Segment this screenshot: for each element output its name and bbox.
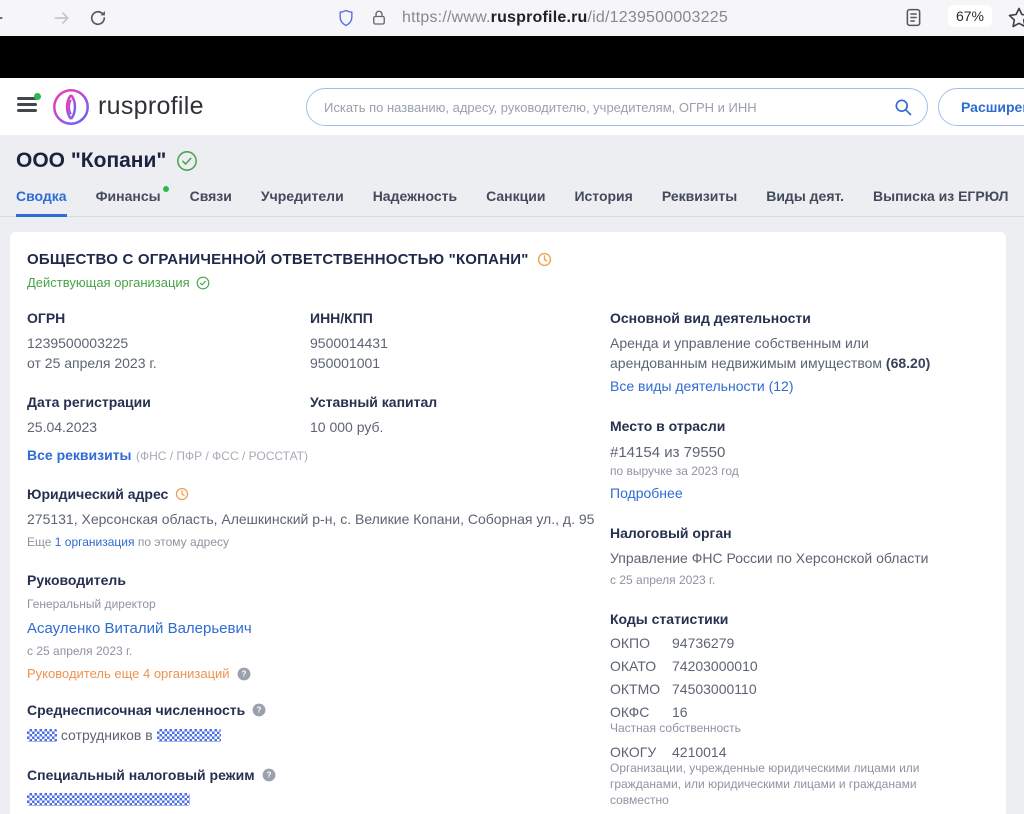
- head-section: Руководитель Генеральный директор Асауле…: [27, 572, 610, 681]
- forward-button-icon[interactable]: [52, 8, 72, 28]
- tax-authority-section: Налоговый орган Управление ФНС России по…: [610, 525, 989, 590]
- question-icon[interactable]: ?: [262, 768, 276, 782]
- stat-code-row: ОКТМО74503000110: [610, 681, 989, 697]
- inn-value: 9500014431: [310, 334, 610, 354]
- back-button-icon[interactable]: [0, 8, 5, 28]
- legal-address-section: Юридический адрес 275131, Херсонская обл…: [27, 486, 610, 551]
- stat-code-note: Частная собственность: [610, 720, 970, 736]
- ogrn-value: 1239500003225: [27, 334, 310, 354]
- head-since: с 25 апреля 2023 г.: [27, 643, 610, 660]
- question-icon[interactable]: ?: [252, 703, 266, 717]
- tab-sankcii[interactable]: Санкции: [486, 188, 545, 216]
- capital-value: 10 000 руб.: [310, 418, 610, 438]
- stat-codes-section: Коды статистики ОКПО94736279 ОКАТО742030…: [610, 611, 989, 814]
- inn-kpp-section: ИНН/КПП 9500014431 950001001: [310, 310, 610, 373]
- bookmark-star-icon[interactable]: [1007, 6, 1024, 30]
- ogrn-date: от 25 апреля 2023 г.: [27, 354, 310, 374]
- menu-hamburger-icon[interactable]: [17, 97, 37, 112]
- stat-code-note: Организации, учрежденные юридическими ли…: [610, 760, 970, 809]
- notification-dot: [34, 93, 41, 100]
- advanced-search-button[interactable]: Расширенный поиск: [938, 88, 1024, 126]
- status-text: Действующая организация: [27, 275, 190, 290]
- tab-uchrediteli[interactable]: Учредители: [261, 188, 344, 216]
- reg-date-value: 25.04.2023: [27, 418, 310, 438]
- question-icon[interactable]: ?: [237, 667, 251, 681]
- tax-authority-value: Управление ФНС России по Херсонской обла…: [610, 549, 989, 569]
- censored-value: [27, 793, 190, 806]
- rank-note: по выручке за 2023 год: [610, 463, 989, 480]
- reg-date-section: Дата регистрации 25.04.2023: [27, 394, 310, 438]
- tax-regime-section: Специальный налоговый режим ?: [27, 767, 610, 809]
- stat-code-row: ОКФС16: [610, 704, 989, 720]
- page-title: ООО "Копани": [16, 149, 166, 173]
- tax-authority-since: с 25 апреля 2023 г.: [610, 572, 989, 589]
- tab-svodka[interactable]: Сводка: [16, 188, 67, 216]
- tab-svyazi[interactable]: Связи: [190, 188, 232, 216]
- summary-card: ОБЩЕСТВО С ОГРАНИЧЕННОЙ ОТВЕТСТВЕННОСТЬЮ…: [10, 232, 1006, 814]
- svg-text:?: ?: [266, 770, 271, 779]
- svg-text:?: ?: [257, 706, 262, 715]
- kpp-value: 950001001: [310, 354, 610, 374]
- tab-nadezhnost[interactable]: Надежность: [373, 188, 457, 216]
- activity-code: (68.20): [886, 355, 930, 371]
- url-text: https://www.rusprofile.ru/id/12395000032…: [402, 9, 728, 27]
- clock-history-icon[interactable]: [175, 487, 189, 501]
- reader-view-icon[interactable]: [903, 7, 924, 28]
- browser-toolbar: https://www.rusprofile.ru/id/12395000032…: [0, 0, 1024, 36]
- head-position: Генеральный директор: [27, 596, 610, 613]
- tab-bar: Сводка Финансы Связи Учредители Надежнос…: [0, 188, 1024, 217]
- verified-check-icon: [176, 150, 198, 172]
- censored-value: [157, 729, 221, 742]
- tab-istoriya[interactable]: История: [574, 188, 632, 216]
- tab-vidy-deyat[interactable]: Виды деят.: [766, 188, 844, 216]
- lock-icon[interactable]: [370, 9, 388, 27]
- address-value: 275131, Херсонская область, Алешкинский …: [27, 510, 610, 530]
- search-input[interactable]: [306, 88, 928, 126]
- rank-value: #14154 из 79550: [610, 442, 989, 463]
- svg-text:?: ?: [241, 669, 246, 678]
- rank-details-link[interactable]: Подробнее: [610, 484, 989, 504]
- censored-value: [27, 729, 57, 742]
- industry-rank-section: Место в отрасли #14154 из 79550 по выруч…: [610, 418, 989, 504]
- clock-history-icon[interactable]: [537, 252, 552, 267]
- shield-icon[interactable]: [336, 8, 356, 28]
- stat-code-row: ОКАТО74203000010: [610, 658, 989, 674]
- new-data-dot: [163, 186, 169, 192]
- main-activity-section: Основной вид деятельности Аренда и управ…: [610, 310, 989, 397]
- tab-rekvizity[interactable]: Реквизиты: [662, 188, 737, 216]
- stat-code-row: ОКОГУ4210014: [610, 744, 989, 760]
- site-header: rusprofile Расширенный поиск: [0, 78, 1024, 135]
- activity-text: Аренда и управление собственным или арен…: [610, 335, 882, 371]
- stat-code-row: ОКПО94736279: [610, 635, 989, 651]
- same-address-orgs-link[interactable]: 1 организация: [55, 535, 135, 549]
- head-name-link[interactable]: Асауленко Виталий Валерьевич: [27, 618, 610, 639]
- all-activities-link[interactable]: Все виды деятельности (12): [610, 377, 989, 397]
- top-black-strip: [0, 36, 1024, 78]
- requisites-note: (ФНС / ПФР / ФСС / РОССТАТ): [136, 449, 308, 463]
- rusprofile-logo-text[interactable]: rusprofile: [98, 92, 204, 121]
- address-bar[interactable]: https://www.rusprofile.ru/id/12395000032…: [336, 0, 728, 36]
- reload-icon[interactable]: [88, 8, 108, 28]
- ogrn-section: ОГРН 1239500003225 от 25 апреля 2023 г.: [27, 310, 310, 373]
- rusprofile-logo-icon[interactable]: [50, 86, 92, 128]
- staff-count-section: Среднесписочная численность ? сотруднико…: [27, 702, 610, 746]
- head-other-orgs-link[interactable]: Руководитель еще 4 организаций: [27, 666, 230, 681]
- search-icon[interactable]: [893, 97, 913, 117]
- capital-section: Уставный капитал 10 000 руб.: [310, 394, 610, 438]
- status-check-icon: [196, 276, 210, 290]
- all-requisites-link[interactable]: Все реквизиты: [27, 447, 132, 463]
- company-full-name: ОБЩЕСТВО С ОГРАНИЧЕННОЙ ОТВЕТСТВЕННОСТЬЮ…: [27, 251, 529, 268]
- page-content: ООО "Копани" Сводка Финансы Связи Учреди…: [0, 135, 1024, 814]
- tab-finansy[interactable]: Финансы: [96, 188, 161, 216]
- tab-vypiska-egrul[interactable]: Выписка из ЕГРЮЛ: [873, 188, 1008, 216]
- zoom-level-badge[interactable]: 67%: [948, 5, 992, 27]
